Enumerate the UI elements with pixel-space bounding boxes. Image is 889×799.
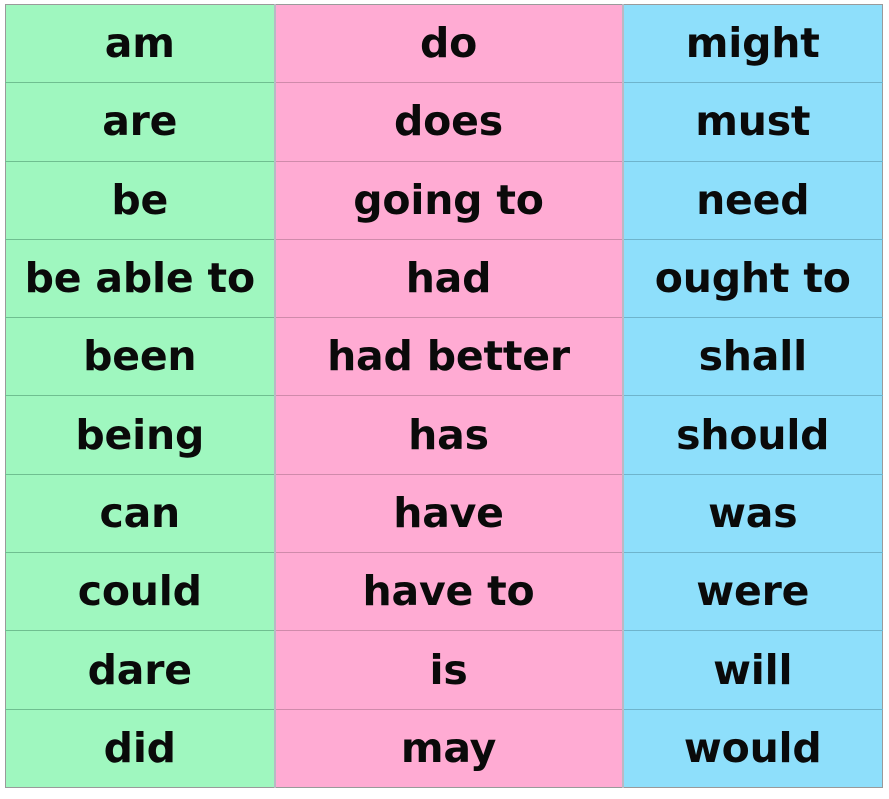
table-row: are does must — [5, 82, 883, 162]
table-row: am do might — [5, 4, 883, 84]
verb-cell-pink-7: have — [274, 474, 624, 554]
table-row: be able to had ought to — [5, 239, 883, 319]
verb-cell-green-3: be — [5, 161, 276, 240]
verb-cell-green-4: be able to — [5, 239, 276, 319]
verb-cell-pink-1: do — [274, 4, 624, 84]
verb-cell-green-7: can — [5, 474, 276, 554]
verb-cell-pink-2: does — [274, 82, 624, 162]
table-body: am do might are does must be going to ne… — [5, 4, 883, 788]
verb-cell-pink-3: going to — [274, 161, 624, 240]
verb-cell-green-8: could — [5, 552, 276, 632]
table-row: can have was — [5, 474, 883, 554]
verb-cell-blue-4: ought to — [622, 239, 883, 319]
verb-cell-blue-1: might — [622, 4, 883, 84]
verb-cell-pink-4: had — [274, 239, 624, 319]
verb-cell-blue-2: must — [622, 82, 883, 162]
table-row: been had better shall — [5, 317, 883, 397]
verb-cell-green-6: being — [5, 395, 276, 475]
helping-verbs-table: am do might are does must be going to ne… — [5, 4, 883, 788]
page-root: am do might are does must be going to ne… — [0, 0, 889, 799]
table-row: be going to need — [5, 161, 883, 240]
verb-cell-pink-6: has — [274, 395, 624, 475]
verb-cell-pink-9: is — [274, 630, 624, 710]
verb-cell-pink-10: may — [274, 709, 624, 788]
verb-cell-blue-8: were — [622, 552, 883, 632]
verb-cell-blue-6: should — [622, 395, 883, 475]
verb-cell-green-5: been — [5, 317, 276, 397]
verb-cell-green-1: am — [5, 4, 276, 84]
verb-cell-green-9: dare — [5, 630, 276, 710]
verb-cell-green-10: did — [5, 709, 276, 788]
verb-cell-blue-5: shall — [622, 317, 883, 397]
table-row: did may would — [5, 709, 883, 788]
verb-cell-blue-3: need — [622, 161, 883, 240]
table-row: could have to were — [5, 552, 883, 632]
verb-cell-blue-10: would — [622, 709, 883, 788]
verb-cell-blue-7: was — [622, 474, 883, 554]
verb-cell-green-2: are — [5, 82, 276, 162]
table-row: being has should — [5, 395, 883, 475]
verb-cell-blue-9: will — [622, 630, 883, 710]
verb-cell-pink-8: have to — [274, 552, 624, 632]
verb-cell-pink-5: had better — [274, 317, 624, 397]
table-row: dare is will — [5, 630, 883, 710]
